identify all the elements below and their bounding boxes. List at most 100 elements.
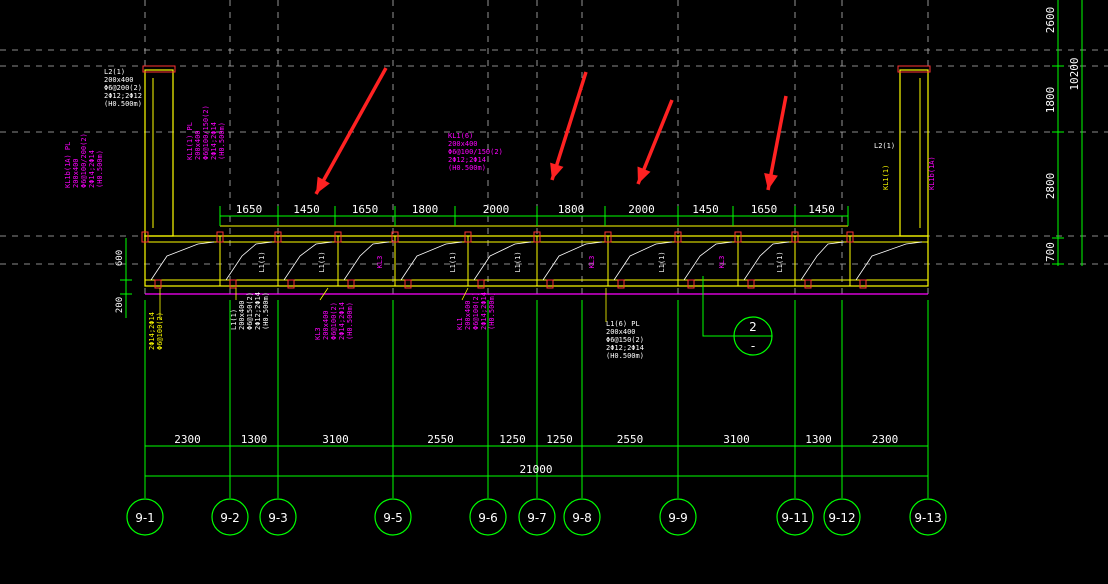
axis-label: 9-9 bbox=[668, 511, 688, 525]
note-top-center-line: Φ6@100/150(2) bbox=[448, 148, 503, 156]
note-lower-a: 2Φ14;2Φ14 Φ6@100(2) bbox=[148, 312, 164, 350]
top-dim-label: 2000 bbox=[483, 203, 510, 216]
note-lower-d-line: KL1 bbox=[456, 317, 464, 330]
cad-drawing: L1(1) L1(1) KL3 L1(1) L1(1) KL3 L1(1) KL3 L1(1) … bbox=[0, 0, 1108, 584]
axis-label: 9-8 bbox=[572, 511, 592, 525]
top-dim-label: 1450 bbox=[692, 203, 719, 216]
note-lower-c-line: KL3 bbox=[314, 327, 322, 340]
axis-label: 9-13 bbox=[914, 511, 941, 525]
note-right-top: L2(1) bbox=[874, 142, 895, 150]
note-lower-d-line: (H0.500m) bbox=[488, 292, 496, 330]
note-lower-c-line: Φ6@100(2) bbox=[330, 302, 338, 340]
note-lower-c-line: 200x400 bbox=[322, 310, 330, 340]
note-lower-e-line: 200x400 bbox=[606, 328, 636, 336]
note-top-center-line: (H0.500m) bbox=[448, 164, 486, 172]
note-left-inner-line: KL1(1) PL bbox=[186, 122, 194, 160]
note-left-magenta-line: KL1b(1A) PL bbox=[64, 142, 72, 188]
left-dim-2: 200 bbox=[115, 297, 125, 313]
note-lower-b-line: Φ6@150(2) bbox=[246, 292, 254, 330]
note-lower-e-line: Φ6@150(2) bbox=[606, 336, 644, 344]
left-dim-1: 600 bbox=[115, 250, 125, 266]
section-sub: - bbox=[751, 339, 755, 353]
note-lower-a-line: 2Φ14;2Φ14 bbox=[148, 312, 156, 350]
note-lower-c-line: (H0.500m) bbox=[346, 302, 354, 340]
axis-label: 9-3 bbox=[268, 511, 288, 525]
right-dim-3: 2800 bbox=[1044, 173, 1057, 200]
bottom-dim-label: 2550 bbox=[617, 433, 644, 446]
note-right-magenta-line: KL1b(1A) bbox=[928, 156, 936, 190]
top-dim-label: 1650 bbox=[352, 203, 379, 216]
cell-label: KL3 bbox=[376, 256, 384, 269]
cell-label: L1(1) bbox=[318, 251, 326, 272]
cell-label: L1(1) bbox=[776, 251, 784, 272]
top-dim-label: 1800 bbox=[558, 203, 585, 216]
bottom-dim-label: 2300 bbox=[174, 433, 201, 446]
note-lower-c-line: 2Φ14;2Φ14 bbox=[338, 302, 346, 340]
right-total-dim: 10200 bbox=[1068, 57, 1081, 90]
note-lower-d-line: Φ6@100(2) bbox=[472, 292, 480, 330]
note-left-inner-line: (H0.500m) bbox=[218, 122, 226, 160]
note-lower-d-line: 2Φ14;2Φ14 bbox=[480, 292, 488, 330]
note-lower-e: L1(6) PL200x400Φ6@150(2)2Φ12;2Φ14(H0.500… bbox=[606, 320, 644, 360]
top-dim-label: 2000 bbox=[628, 203, 655, 216]
note-right-magenta: KL1b(1A) bbox=[928, 156, 936, 190]
note-lower-b-line: 200x400 bbox=[238, 300, 246, 330]
axis-label: 9-11 bbox=[781, 511, 808, 525]
bottom-dim-label: 3100 bbox=[723, 433, 750, 446]
note-lower-d-line: 200x400 bbox=[464, 300, 472, 330]
bottom-dim-label: 1250 bbox=[499, 433, 526, 446]
top-dim-label: 1450 bbox=[808, 203, 835, 216]
cell-label: L1(1) bbox=[449, 251, 457, 272]
bottom-dim-label: 1300 bbox=[805, 433, 832, 446]
section-number: 2 bbox=[749, 320, 757, 334]
note-right-yellow-line: KL1(1) bbox=[882, 165, 890, 190]
note-right-top-line: L2(1) bbox=[874, 142, 895, 150]
cell-label: L1(1) bbox=[258, 251, 266, 272]
axis-label: 9-1 bbox=[135, 511, 155, 525]
bottom-dim-label: 1250 bbox=[546, 433, 573, 446]
cell-label: L1(1) bbox=[658, 251, 666, 272]
bottom-dim-label: 3100 bbox=[322, 433, 349, 446]
axis-label: 9-5 bbox=[383, 511, 403, 525]
bottom-dim-label: 2300 bbox=[872, 433, 899, 446]
total-dim-label: 21000 bbox=[519, 463, 552, 476]
note-left-magenta-line: 2Φ14;2Φ14 bbox=[88, 150, 96, 188]
note-left-magenta-line: 200x400 bbox=[72, 158, 80, 188]
cell-label: KL3 bbox=[718, 256, 726, 269]
axis-label: 9-7 bbox=[527, 511, 547, 525]
note-lower-e-line: 2Φ12;2Φ14 bbox=[606, 344, 644, 352]
note-lower-b-line: (H0.500m) bbox=[262, 292, 270, 330]
note-top-left-line: L2(1) bbox=[104, 68, 125, 76]
bottom-dim-label: 1300 bbox=[241, 433, 268, 446]
note-lower-b-line: 2Φ12;2Φ14 bbox=[254, 292, 262, 330]
note-lower-e-line: (H0.500m) bbox=[606, 352, 644, 360]
axis-label: 9-6 bbox=[478, 511, 498, 525]
top-dim-label: 1450 bbox=[293, 203, 320, 216]
note-top-center-line: 2Φ12;2Φ14 bbox=[448, 156, 486, 164]
note-left-inner-line: 200x400 bbox=[194, 130, 202, 160]
note-top-center-line: KL1(6) bbox=[448, 132, 473, 140]
note-top-left-line: (H0.500m) bbox=[104, 100, 142, 108]
note-left-inner-line: 2Φ14;2Φ14 bbox=[210, 122, 218, 160]
note-left-inner-line: Φ6@100/150(2) bbox=[202, 105, 210, 160]
note-top-left-line: Φ6@200(2) bbox=[104, 84, 142, 92]
note-left-magenta-line: (H0.500m) bbox=[96, 150, 104, 188]
note-top-left-line: 200x400 bbox=[104, 76, 134, 84]
note-top-center-line: 200x400 bbox=[448, 140, 478, 148]
top-dim-label: 1650 bbox=[751, 203, 778, 216]
background bbox=[0, 0, 1108, 584]
bottom-dim-label: 2550 bbox=[427, 433, 454, 446]
note-lower-b-line: L1(1) bbox=[230, 309, 238, 330]
right-dim-2: 1800 bbox=[1044, 87, 1057, 114]
cell-label: L1(1) bbox=[514, 251, 522, 272]
right-dim-4: 700 bbox=[1044, 242, 1057, 262]
note-right-yellow: KL1(1) bbox=[882, 165, 890, 190]
top-dim-label: 1650 bbox=[236, 203, 263, 216]
right-dim-1: 2600 bbox=[1044, 7, 1057, 34]
axis-label: 9-12 bbox=[828, 511, 855, 525]
cell-label: KL3 bbox=[588, 256, 596, 269]
top-dim-label: 1800 bbox=[412, 203, 439, 216]
note-left-magenta-line: Φ6@100/200(2) bbox=[80, 133, 88, 188]
note-top-left-line: 2Φ12;2Φ12 bbox=[104, 92, 142, 100]
axis-label: 9-2 bbox=[220, 511, 240, 525]
